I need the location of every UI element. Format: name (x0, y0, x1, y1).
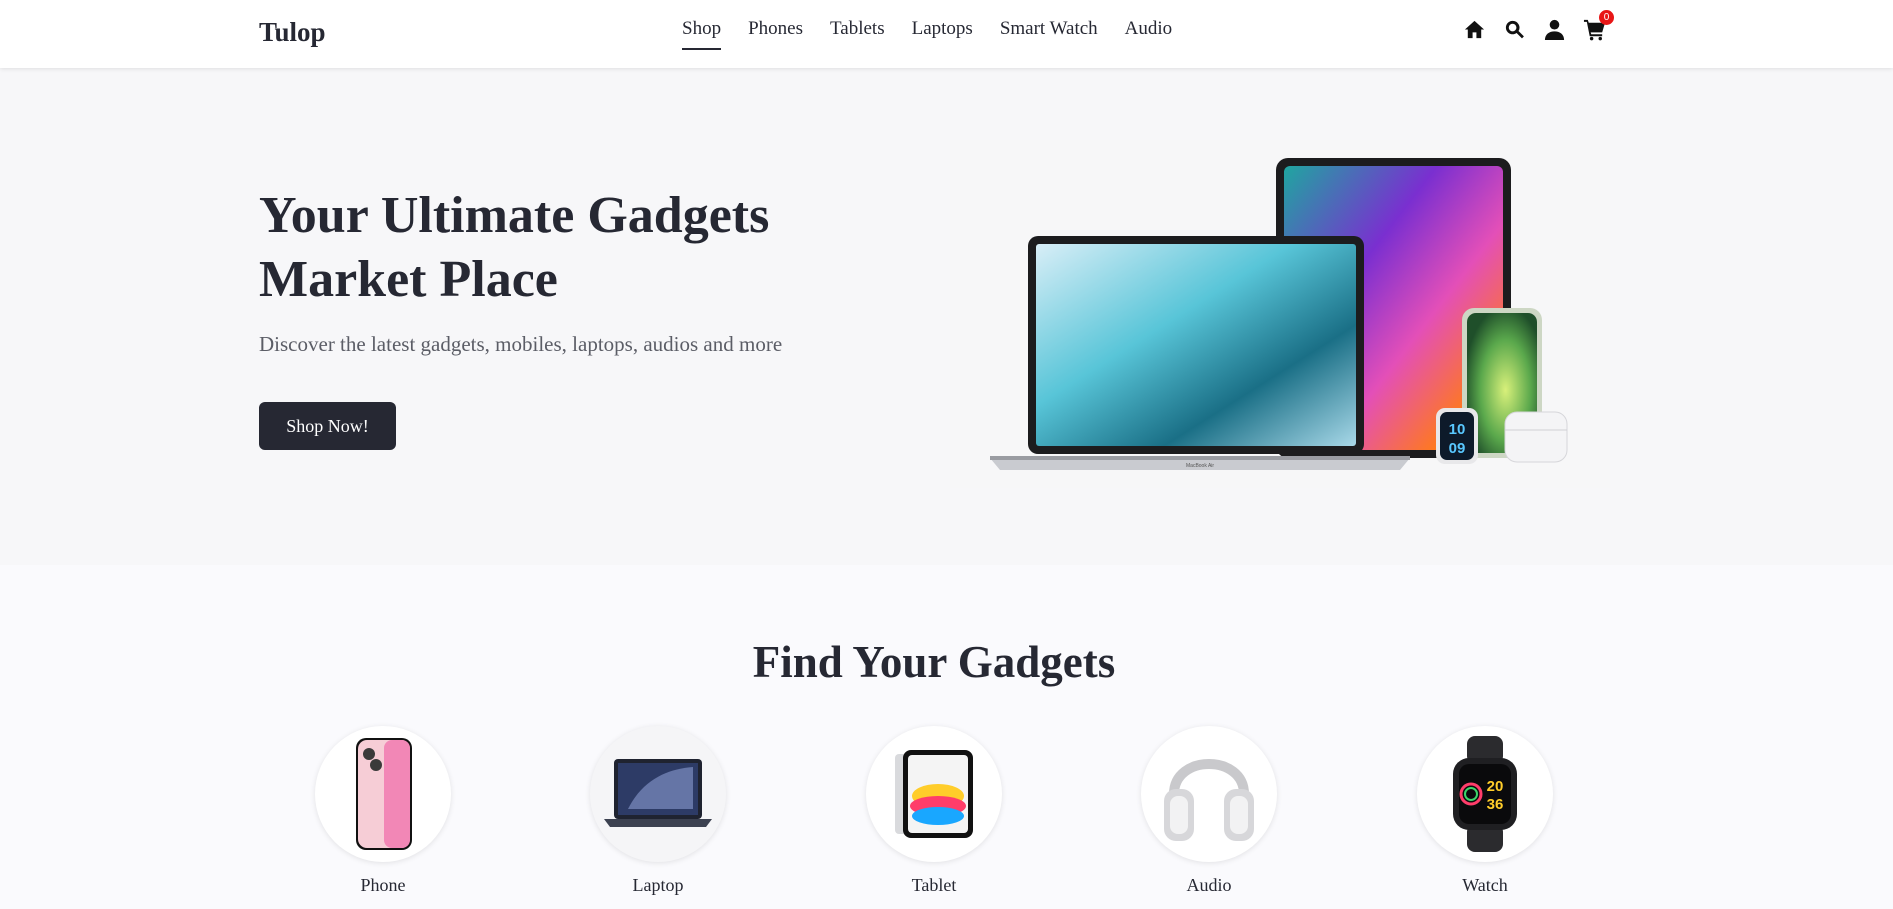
category-laptop[interactable]: Laptop (588, 726, 728, 896)
category-audio-label: Audio (1186, 875, 1232, 895)
nav-phones[interactable]: Phones (748, 18, 803, 50)
hero-title-line2: Market Place (259, 251, 558, 308)
user-icon[interactable] (1542, 17, 1566, 41)
nav-shop[interactable]: Shop (682, 18, 722, 50)
nav-tablets[interactable]: Tablets (830, 18, 885, 50)
main-nav: Shop Phones Tablets Laptops Smart Watch … (682, 18, 1172, 50)
category-phone-label: Phone (360, 875, 406, 895)
brand-logo[interactable]: Tulop (259, 17, 326, 48)
category-tablet[interactable]: Tablet (864, 726, 1004, 896)
site-header: Tulop Shop Phones Tablets Laptops Smart … (0, 0, 1893, 68)
shop-now-button[interactable]: Shop Now! (259, 402, 396, 450)
header-icons: 0 (1462, 10, 1614, 41)
category-phone[interactable]: Phone (313, 726, 453, 896)
laptop-image (590, 726, 726, 862)
hero-title-line1: Your Ultimate Gadgets (259, 187, 770, 244)
category-tablet-label: Tablet (911, 875, 957, 895)
hero-section: Your Ultimate Gadgets Market Place Disco… (0, 68, 1893, 565)
nav-audio[interactable]: Audio (1125, 18, 1173, 50)
home-icon[interactable] (1462, 17, 1486, 41)
section-title: Find Your Gadgets (752, 637, 1116, 687)
audio-image (1141, 726, 1277, 862)
category-audio[interactable]: Audio (1139, 726, 1279, 896)
watch-time-bottom: 09 (1449, 440, 1466, 457)
category-watch-label: Watch (1462, 875, 1508, 895)
category-watch[interactable]: 20 36 Watch (1415, 726, 1555, 896)
watch-time-top: 20 (1487, 778, 1504, 795)
nav-smart-watch[interactable]: Smart Watch (1000, 18, 1098, 50)
hero-gadgets-image: MacBook Air 10 09 (950, 140, 1610, 488)
search-icon[interactable] (1502, 17, 1526, 41)
tablet-image (866, 726, 1002, 862)
macbook-label: MacBook Air (1186, 463, 1214, 469)
watch-time-bottom: 36 (1487, 796, 1504, 813)
hero-title: Your Ultimate Gadgets Market Place (259, 184, 879, 312)
cart-icon[interactable]: 0 (1582, 10, 1614, 41)
phone-image (315, 726, 451, 862)
cart-count-badge: 0 (1599, 10, 1614, 25)
watch-image: 20 36 (1417, 726, 1553, 862)
nav-laptops[interactable]: Laptops (912, 18, 973, 50)
hero-subtitle: Discover the latest gadgets, mobiles, la… (259, 332, 783, 356)
watch-time-top: 10 (1449, 421, 1466, 438)
category-laptop-label: Laptop (632, 875, 684, 895)
